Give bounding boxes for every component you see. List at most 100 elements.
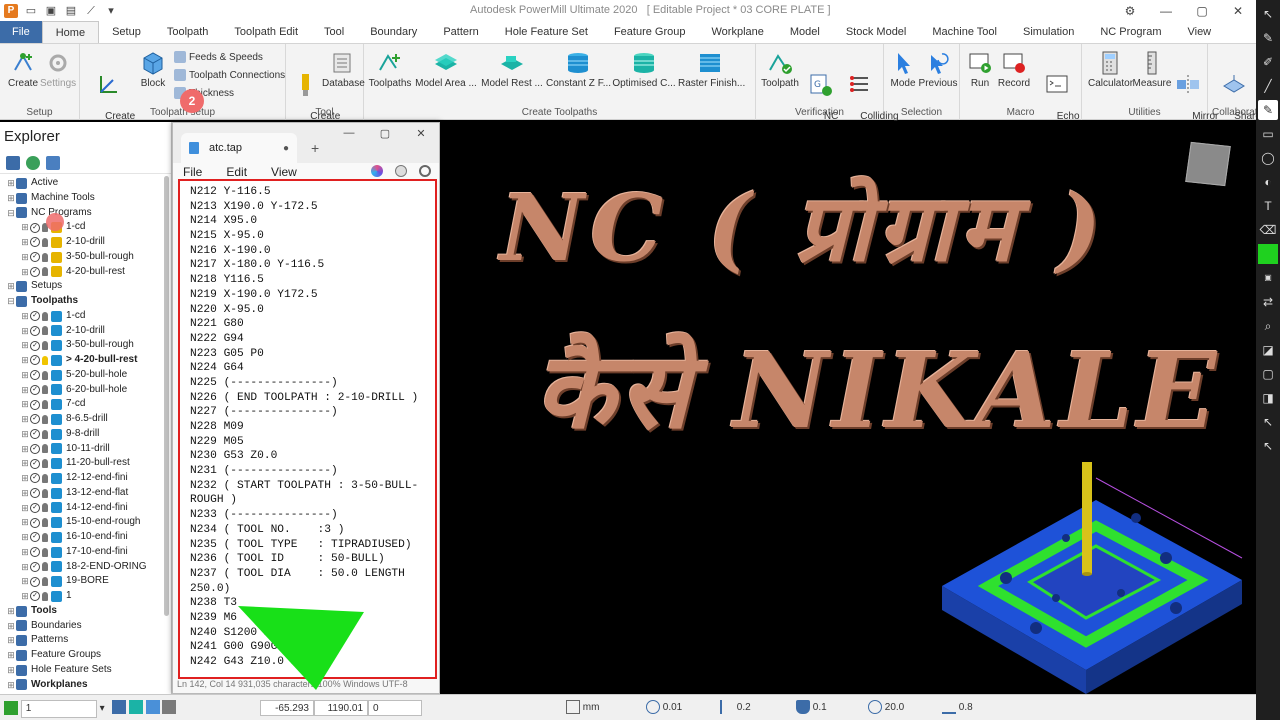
code-line[interactable]: N237 ( TOOL DIA : 50.0 LENGTH: [190, 567, 435, 582]
block-button[interactable]: Block: [136, 50, 170, 89]
run-macro-button[interactable]: Run: [964, 50, 996, 89]
tree-item[interactable]: ⊟ Toolpaths: [0, 294, 171, 309]
optimised-constant-z-button[interactable]: Optimised C...: [612, 50, 676, 89]
notepad-settings-icon[interactable]: [419, 165, 431, 177]
code-line[interactable]: N213 X190.0 Y-172.5: [190, 200, 435, 215]
tree-check-icon[interactable]: ✓: [30, 266, 40, 277]
calculator-button[interactable]: Calculator: [1088, 50, 1133, 89]
text-icon[interactable]: T: [1258, 196, 1278, 216]
lightbulb-icon[interactable]: [42, 503, 48, 513]
measure-button[interactable]: Measure: [1132, 50, 1172, 89]
tree-item[interactable]: ⊞ ✓ 15-10-end-rough: [0, 515, 171, 530]
tree-item[interactable]: ⊞ ✓ 6-20-bull-hole: [0, 383, 171, 398]
tab-setup[interactable]: Setup: [99, 21, 154, 43]
tree-expander-icon[interactable]: ⊞: [6, 648, 16, 663]
tab-home[interactable]: Home: [41, 21, 100, 43]
code-line[interactable]: N234 ( TOOL NO. :3 ): [190, 523, 435, 538]
tree-expander-icon[interactable]: ⊞: [20, 427, 30, 442]
tree-expander-icon[interactable]: ⊞: [20, 309, 30, 324]
tree-check-icon[interactable]: ✓: [30, 355, 40, 366]
tree-expander-icon[interactable]: ⊞: [20, 471, 30, 486]
tree-item[interactable]: ⊞ ✓ 7-cd: [0, 397, 171, 412]
stepover-field[interactable]: 0.8: [942, 700, 973, 716]
notepad-tab[interactable]: atc.tap ●: [181, 133, 297, 163]
tab-toolpath-edit[interactable]: Toolpath Edit: [221, 21, 311, 43]
select-arrow-icon[interactable]: ↖: [1258, 4, 1278, 24]
lightbulb-icon[interactable]: [42, 414, 48, 424]
feeds-speeds-button[interactable]: Feeds & Speeds: [174, 51, 263, 63]
qat-dropdown-icon[interactable]: ▾: [104, 4, 118, 18]
tree-expander-icon[interactable]: ⊞: [20, 250, 30, 265]
tab-model[interactable]: Model: [777, 21, 833, 43]
tree-expander-icon[interactable]: ⊞: [20, 456, 30, 471]
tab-feature-group[interactable]: Feature Group: [601, 21, 699, 43]
code-line[interactable]: N212 Y-116.5: [190, 185, 435, 200]
explorer-scrollbar[interactable]: [164, 176, 169, 616]
lightbulb-icon[interactable]: [42, 311, 48, 321]
tree-expander-icon[interactable]: ⊞: [20, 589, 30, 604]
tree-expander-icon[interactable]: ⊞: [20, 530, 30, 545]
code-line[interactable]: N231 (---------------): [190, 464, 435, 479]
notepad-maximize-button[interactable]: ▢: [367, 127, 403, 140]
tree-item[interactable]: ⊞ ✓ 2-10-drill: [0, 324, 171, 339]
constant-z-button[interactable]: Constant Z F...: [546, 50, 611, 89]
model-rest-button[interactable]: Model Rest ...: [480, 50, 544, 89]
marker-icon[interactable]: ✐: [1258, 52, 1278, 72]
explorer-globe-icon[interactable]: [26, 155, 40, 170]
tree-item[interactable]: ⊞ ✓ 16-10-end-fini: [0, 530, 171, 545]
tab-hole-feature-set[interactable]: Hole Feature Set: [492, 21, 601, 43]
tree-check-icon[interactable]: ✓: [30, 222, 40, 233]
tree-check-icon[interactable]: ✓: [30, 399, 40, 410]
tree-expander-icon[interactable]: ⊞: [6, 633, 16, 648]
tree-expander-icon[interactable]: ⊞: [20, 265, 30, 280]
tree-expander-icon[interactable]: ⊞: [20, 412, 30, 427]
code-line[interactable]: 250.0): [190, 582, 435, 597]
tree-check-icon[interactable]: ✓: [30, 252, 40, 263]
lightbulb-icon[interactable]: [42, 355, 48, 365]
tree-item[interactable]: ⊞ Feature Groups: [0, 648, 171, 663]
database-button[interactable]: Database: [322, 50, 365, 89]
tree-check-icon[interactable]: ✓: [30, 473, 40, 484]
code-line[interactable]: N214 X95.0: [190, 214, 435, 229]
lightbulb-icon[interactable]: [42, 326, 48, 336]
create-button[interactable]: Create: [6, 50, 40, 89]
toolpaths-button[interactable]: Toolpaths: [368, 50, 412, 89]
menu-file[interactable]: File: [183, 165, 202, 179]
settings-button[interactable]: Settings: [40, 50, 76, 89]
tree-check-icon[interactable]: ✓: [30, 370, 40, 381]
tree-expander-icon[interactable]: ⊞: [20, 501, 30, 516]
tree-expander-icon[interactable]: ⊞: [20, 442, 30, 457]
lightbulb-icon[interactable]: [42, 429, 48, 439]
rectangle-icon[interactable]: ▭: [1258, 124, 1278, 144]
units-field[interactable]: mm: [566, 700, 599, 716]
tree-expander-icon[interactable]: ⊟: [6, 206, 16, 221]
tree-expander-icon[interactable]: ⊞: [20, 235, 30, 250]
model-area-button[interactable]: Model Area ...: [414, 50, 478, 89]
menu-view[interactable]: View: [271, 165, 297, 179]
tree-item[interactable]: ⊞ Patterns: [0, 633, 171, 648]
grid-icon[interactable]: [145, 700, 160, 715]
tree-item[interactable]: ⊞ ✓ 4-20-bull-rest: [0, 265, 171, 280]
tree-item[interactable]: ⊞ ✓ 2-10-drill: [0, 235, 171, 250]
color-palette-icon[interactable]: ◐: [1258, 172, 1278, 192]
tree-expander-icon[interactable]: ⊞: [20, 560, 30, 575]
save-icon[interactable]: ▣: [44, 4, 58, 18]
lightbulb-icon[interactable]: [42, 577, 48, 587]
tab-workplane[interactable]: Workplane: [698, 21, 776, 43]
code-line[interactable]: N236 ( TOOL ID : 50-BULL): [190, 552, 435, 567]
locate-icon[interactable]: [162, 700, 177, 715]
tree-expander-icon[interactable]: ⊞: [20, 397, 30, 412]
workplane-dropdown-icon[interactable]: ▾: [100, 703, 105, 714]
pen-icon[interactable]: ✎: [1258, 28, 1278, 48]
toolpath-connections-button[interactable]: Toolpath Connections: [174, 69, 285, 81]
zoom-icon[interactable]: ⌕: [1258, 316, 1278, 336]
lightbulb-icon[interactable]: [42, 488, 48, 498]
code-line[interactable]: N225 (---------------): [190, 376, 435, 391]
lightbulb-icon[interactable]: [42, 518, 48, 528]
nc-code-editor[interactable]: N212 Y-116.5 N213 X190.0 Y-172.5 N214 X95.…: [178, 179, 437, 679]
lightbulb-icon[interactable]: [42, 267, 48, 277]
code-line[interactable]: N229 M05: [190, 435, 435, 450]
tree-expander-icon[interactable]: ⊞: [20, 368, 30, 383]
new-tab-button[interactable]: +: [311, 140, 319, 156]
code-line[interactable]: N215 X-95.0: [190, 229, 435, 244]
